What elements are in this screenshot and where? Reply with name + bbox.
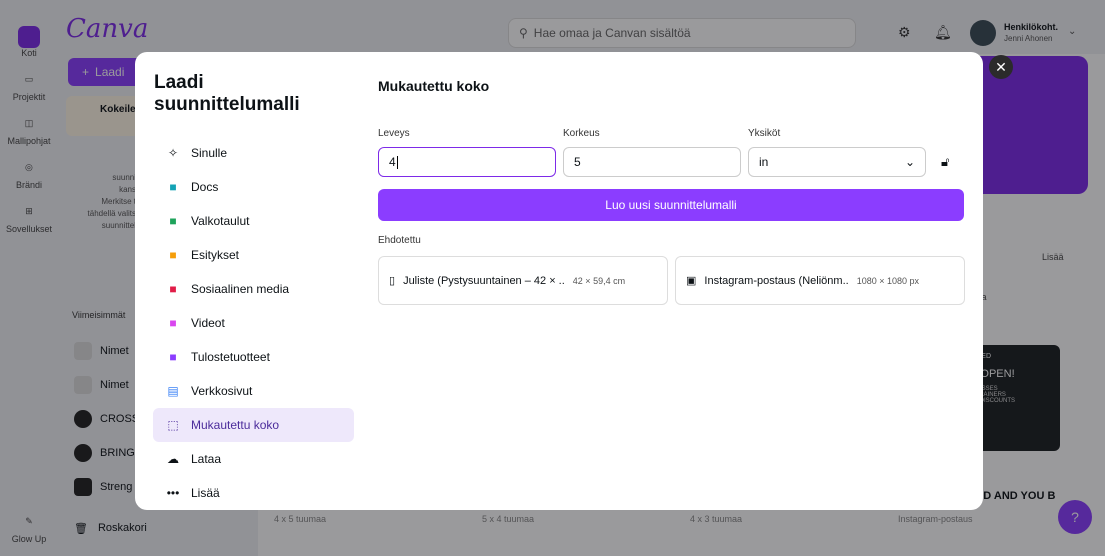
- width-label: Leveys: [378, 128, 410, 139]
- lock-icon[interactable]: 🔓︎: [941, 154, 949, 170]
- height-input[interactable]: 5: [563, 147, 741, 177]
- menu-item-tulostetuotteet[interactable]: ■ Tulostetuotteet: [153, 340, 354, 374]
- suggestion-poster[interactable]: ▯ Juliste (Pystysuuntainen – 42 × .. 42 …: [378, 256, 668, 305]
- menu-item-label: Lisää: [191, 486, 220, 500]
- menu-item-verkkosivut[interactable]: ▤ Verkkosivut: [153, 374, 354, 408]
- menu-item-label: Verkkosivut: [191, 384, 253, 398]
- image-icon: ▣: [686, 275, 697, 287]
- menu-item-label: Sosiaalinen media: [191, 282, 290, 296]
- menu-item-label: Esitykset: [191, 248, 240, 262]
- docs-icon: ■: [169, 180, 177, 194]
- sparkle-icon: ✧: [167, 146, 179, 160]
- suggestion-label: Instagram-postaus (Neliönm..: [704, 274, 849, 287]
- modal-main: Mukautettu koko Leveys Korkeus Yksiköt 4…: [372, 52, 983, 510]
- poster-icon: ▯: [389, 275, 396, 287]
- menu-item-label: Valkotaulut: [191, 214, 250, 228]
- custom-size-icon: ⬚: [167, 418, 179, 432]
- suggestion-dim: 42 × 59,4 cm: [572, 275, 626, 286]
- units-label: Yksiköt: [748, 128, 781, 139]
- suggestions: ▯ Juliste (Pystysuuntainen – 42 × .. 42 …: [378, 256, 965, 305]
- height-value: 5: [574, 155, 581, 169]
- suggested-label: Ehdotettu: [378, 235, 421, 246]
- heart-icon: ■: [169, 282, 177, 296]
- menu-item-mukautettu-koko[interactable]: ⬚ Mukautettu koko: [153, 408, 354, 442]
- width-value: 4: [389, 155, 396, 169]
- height-label: Korkeus: [563, 128, 600, 139]
- more-icon: •••: [166, 486, 180, 500]
- suggestion-dim: 1080 × 1080 px: [856, 275, 919, 286]
- video-icon: ■: [169, 316, 177, 330]
- upload-cloud-icon: ☁: [167, 452, 179, 466]
- size-inputs: 4 5 in ⌄ 🔓︎: [378, 147, 965, 177]
- field-labels: Leveys Korkeus Yksiköt: [378, 128, 965, 139]
- whiteboard-icon: ■: [169, 214, 177, 228]
- menu-item-valkotaulut[interactable]: ■ Valkotaulut: [153, 204, 354, 238]
- menu-item-label: Mukautettu koko: [191, 418, 280, 432]
- menu-item-esitykset[interactable]: ■ Esitykset: [153, 238, 354, 272]
- category-menu: ✧ Sinulle ■ Docs ■ Valkotaulut ■ Esitykset ■ Sosi…: [153, 136, 354, 510]
- menu-item-lisää[interactable]: ••• Lisää: [153, 476, 354, 510]
- menu-item-lataa[interactable]: ☁ Lataa: [153, 442, 354, 476]
- chevron-down-icon: ⌄: [904, 155, 915, 169]
- width-input[interactable]: 4: [378, 147, 556, 177]
- modal-title: Laadi suunnittelumalli: [154, 72, 300, 115]
- menu-item-label: Docs: [191, 180, 219, 194]
- menu-item-label: Lataa: [191, 452, 222, 466]
- menu-item-sinulle[interactable]: ✧ Sinulle: [153, 136, 354, 170]
- suggestion-label: Juliste (Pystysuuntainen – 42 × ..: [403, 274, 565, 287]
- menu-item-docs[interactable]: ■ Docs: [153, 170, 354, 204]
- suggestion-instagram[interactable]: ▣ Instagram-postaus (Neliönm.. 1080 × 10…: [675, 256, 965, 305]
- website-icon: ▤: [167, 384, 179, 398]
- units-value: in: [759, 155, 769, 169]
- print-icon: ■: [169, 350, 177, 364]
- presentation-icon: ■: [169, 248, 177, 262]
- menu-item-videot[interactable]: ■ Videot: [153, 306, 354, 340]
- menu-item-label: Sinulle: [191, 146, 228, 160]
- units-select[interactable]: in ⌄: [748, 147, 926, 177]
- menu-item-label: Videot: [191, 316, 225, 330]
- section-title: Mukautettu koko: [378, 78, 490, 94]
- menu-item-label: Tulostetuotteet: [191, 350, 270, 364]
- create-design-modal: Laadi suunnittelumalli ✧ Sinulle ■ Docs ■ Val…: [135, 52, 983, 510]
- create-new-design-button[interactable]: Luo uusi suunnittelumalli: [378, 189, 964, 221]
- menu-item-sosiaalinen-media[interactable]: ■ Sosiaalinen media: [153, 272, 354, 306]
- modal-sidebar: Laadi suunnittelumalli ✧ Sinulle ■ Docs ■ Val…: [135, 52, 372, 510]
- close-icon[interactable]: ✕: [989, 55, 1013, 79]
